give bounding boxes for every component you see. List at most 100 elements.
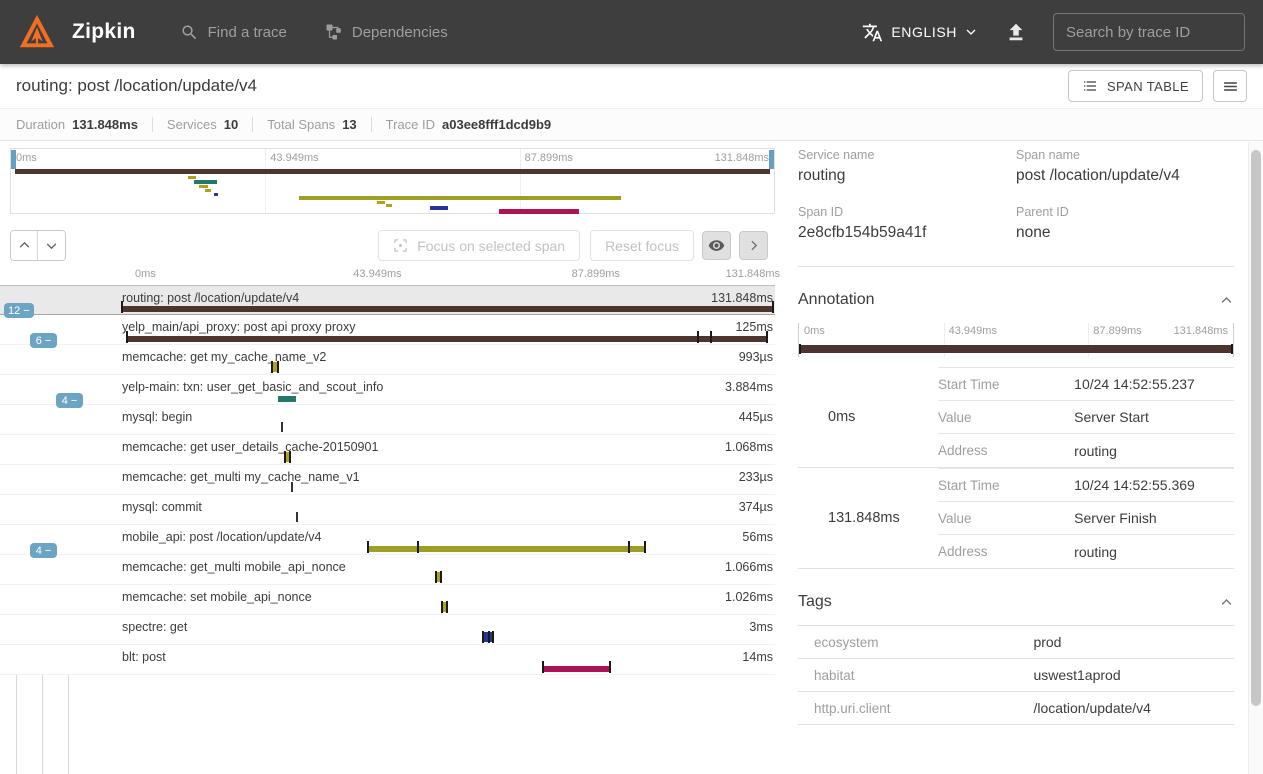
tag-value: uswest1aprod xyxy=(1033,667,1120,683)
minimap-left-handle[interactable] xyxy=(11,150,16,169)
trace-minimap[interactable]: 0ms43.949ms87.899ms131.848ms xyxy=(10,148,775,214)
bar-tick xyxy=(482,631,484,643)
zipkin-logo-icon[interactable] xyxy=(18,13,56,51)
tag-key: http.uri.client xyxy=(798,701,1033,716)
trace-id-search-input[interactable] xyxy=(1053,13,1245,51)
field-label: Span ID xyxy=(798,205,1016,219)
bar-tick xyxy=(766,331,768,343)
collapse-annotation-button[interactable] xyxy=(1219,293,1234,308)
span-row[interactable]: yelp_main/api_proxy: post api proxy prox… xyxy=(0,315,775,345)
span-row[interactable]: memcache: get_multi mobile_api_nonce1.06… xyxy=(0,555,775,585)
chevron-down-icon xyxy=(965,26,977,38)
summary-value: 13 xyxy=(342,117,356,132)
row-navigation xyxy=(10,230,66,261)
ruler-tick-label: 131.848ms xyxy=(715,152,769,164)
tag-row: http.uri.client/location/update/v4 xyxy=(798,692,1234,725)
span-bar-area xyxy=(120,405,775,434)
bar-tick xyxy=(488,631,490,643)
minimap-span-bar xyxy=(205,189,211,192)
span-row[interactable]: mobile_api: post /location/update/v456ms xyxy=(0,525,775,555)
zipkin-trace-page: Zipkin Find a trace Dependencies ENGLISH xyxy=(0,0,1263,774)
minimap-span-bar xyxy=(430,206,448,210)
minimap-span-bar xyxy=(299,196,622,200)
bar-tick xyxy=(628,541,630,553)
annotation-value: 10/24 14:52:55.237 xyxy=(1074,376,1195,392)
field-value: post /location/update/v4 xyxy=(1016,167,1234,185)
annotation-key: Address xyxy=(938,544,1074,559)
ruler-tick-label: 87.899ms xyxy=(1093,325,1141,337)
summary-total-spans: Total Spans 13 xyxy=(267,117,371,132)
collapse-badge[interactable]: 4 − xyxy=(56,393,83,408)
reset-focus-button[interactable]: Reset focus xyxy=(590,230,694,261)
span-row[interactable]: memcache: get_multi my_cache_name_v1233µ… xyxy=(0,465,775,495)
span-row[interactable]: yelp-main: txn: user_get_basic_and_scout… xyxy=(0,375,775,405)
focus-span-label: Focus on selected span xyxy=(417,238,565,254)
tags-title: Tags xyxy=(798,593,832,611)
span-row[interactable]: memcache: get my_cache_name_v2993µs xyxy=(0,345,775,375)
minimap-right-handle[interactable] xyxy=(769,150,774,169)
tags-section-header: Tags xyxy=(798,569,1234,625)
span-table-label: SPAN TABLE xyxy=(1107,79,1189,94)
span-row[interactable]: spectre: get3ms xyxy=(0,615,775,645)
bar-tick xyxy=(772,301,774,313)
nav-label: Dependencies xyxy=(352,24,448,41)
span-bar-area xyxy=(120,315,775,344)
nav-dependencies[interactable]: Dependencies xyxy=(325,23,448,41)
minimap-bars xyxy=(11,167,774,213)
language-selector[interactable]: ENGLISH xyxy=(862,22,977,43)
eye-icon xyxy=(708,237,725,254)
brand-title[interactable]: Zipkin xyxy=(72,20,136,44)
ruler-tick-label: 87.899ms xyxy=(525,152,573,164)
bar-tick xyxy=(799,344,801,354)
collapse-tags-button[interactable] xyxy=(1219,595,1234,610)
bar-tick xyxy=(710,331,712,343)
collapse-up-button[interactable] xyxy=(11,231,38,260)
span-table-button[interactable]: SPAN TABLE xyxy=(1068,70,1203,102)
summary-value: 10 xyxy=(224,117,238,132)
ruler-tick-label: 0ms xyxy=(16,152,37,164)
collapse-badge[interactable]: 4 − xyxy=(30,543,57,558)
collapse-badge[interactable]: 6 − xyxy=(30,333,57,348)
field-label: Span name xyxy=(1016,148,1234,162)
minimap-span-bar xyxy=(214,193,218,196)
focus-icon xyxy=(393,238,408,253)
ruler-tick-label: 0ms xyxy=(804,325,825,337)
trace-title-bar: routing: post /location/update/v4 SPAN T… xyxy=(0,64,1263,108)
trace-menu-button[interactable] xyxy=(1213,70,1247,102)
annotation-entry: 131.848msStart Time10/24 14:52:55.369Val… xyxy=(798,468,1234,569)
span-row[interactable]: memcache: set mobile_api_nonce1.026ms xyxy=(0,585,775,615)
span-bar xyxy=(278,396,296,402)
collapse-panel-button[interactable] xyxy=(739,231,768,260)
focus-span-button[interactable]: Focus on selected span xyxy=(378,230,580,261)
annotation-row: ValueServer Finish xyxy=(938,502,1234,535)
chevron-up-icon xyxy=(1219,595,1234,610)
nav-find-a-trace[interactable]: Find a trace xyxy=(180,23,287,42)
span-row[interactable]: mysql: commit374µs xyxy=(0,495,775,525)
summary-label: Total Spans xyxy=(267,117,335,132)
translate-icon xyxy=(862,22,883,43)
scrollbar-thumb[interactable] xyxy=(1251,150,1261,706)
span-row[interactable]: blt: post14ms xyxy=(0,645,775,675)
ruler-tick-label: 131.848ms xyxy=(1174,325,1228,337)
span-tree: routing: post /location/update/v4131.848… xyxy=(0,285,775,675)
span-row[interactable]: routing: post /location/update/v4131.848… xyxy=(0,285,775,315)
upload-trace-button[interactable] xyxy=(1005,21,1027,43)
toggle-visibility-button[interactable] xyxy=(702,231,731,260)
summary-label: Duration xyxy=(16,117,65,132)
field-parent-id: Parent ID none xyxy=(1016,205,1234,242)
tag-key: habitat xyxy=(798,668,1033,683)
bar-tick xyxy=(417,541,419,553)
span-bar-area xyxy=(120,435,775,464)
span-bar-area xyxy=(120,555,775,584)
span-row[interactable]: memcache: get user_details_cache-2015090… xyxy=(0,435,775,465)
vertical-scrollbar[interactable] xyxy=(1248,142,1263,774)
span-fields: Service name routing Span name post /loc… xyxy=(798,148,1234,242)
span-bar-area xyxy=(120,525,775,554)
collapse-badge[interactable]: 12 − xyxy=(4,303,34,318)
span-bar-area xyxy=(120,375,775,404)
expand-down-button[interactable] xyxy=(38,231,65,260)
annotation-graph: 0ms43.949ms87.899ms131.848ms xyxy=(798,323,1234,357)
bar-tick xyxy=(440,571,442,583)
span-row[interactable]: mysql: begin445µs xyxy=(0,405,775,435)
summary-label: Services xyxy=(167,117,217,132)
